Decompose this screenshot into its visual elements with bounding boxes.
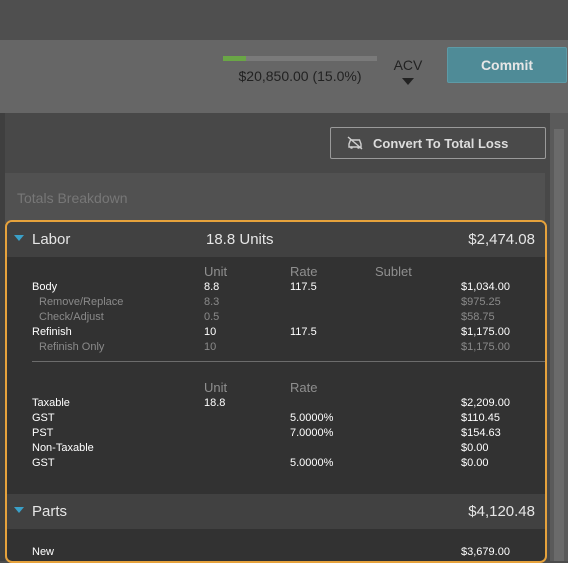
tax-rate: 5.0000% bbox=[290, 457, 334, 469]
parts-section-header[interactable]: Parts $4,120.48 bbox=[7, 494, 545, 529]
tax-amount: $0.00 bbox=[461, 457, 489, 469]
commit-button[interactable]: Commit bbox=[447, 47, 567, 83]
parts-amount: $3,679.00 bbox=[461, 546, 510, 558]
row-amount: $1,034.00 bbox=[461, 281, 510, 293]
totals-breakdown-title: Totals Breakdown bbox=[17, 190, 128, 206]
row-unit: 10 bbox=[204, 341, 217, 353]
scrollbar[interactable] bbox=[550, 113, 568, 561]
tax-column-header-rate: Rate bbox=[290, 380, 318, 395]
row-unit: 0.5 bbox=[204, 311, 220, 323]
tax-label: Taxable bbox=[32, 397, 70, 409]
totals-breakdown-panel: Labor 18.8 Units $2,474.08 Unit Rate Sub… bbox=[5, 220, 547, 563]
car-crash-icon bbox=[347, 136, 363, 150]
top-strip bbox=[0, 0, 568, 40]
scrollbar-thumb[interactable] bbox=[554, 129, 564, 561]
labor-section-header[interactable]: Labor 18.8 Units $2,474.08 bbox=[7, 222, 545, 257]
tax-column-header-unit: Unit bbox=[204, 380, 228, 395]
parts-title: Parts bbox=[32, 503, 68, 520]
tax-amount: $0.00 bbox=[461, 442, 489, 454]
tax-label: Non-Taxable bbox=[32, 442, 94, 454]
row-label: Body bbox=[32, 281, 58, 293]
row-label: Check/Adjust bbox=[39, 311, 104, 323]
acv-progress-bar bbox=[223, 56, 377, 61]
row-amount: $1,175.00 bbox=[461, 326, 510, 338]
tax-amount: $2,209.00 bbox=[461, 397, 510, 409]
tax-rate: 5.0000% bbox=[290, 412, 334, 424]
tax-rate: 7.0000% bbox=[290, 427, 334, 439]
tax-unit: 18.8 bbox=[204, 397, 226, 409]
tax-amount: $154.63 bbox=[461, 427, 501, 439]
acv-dropdown[interactable]: ACV bbox=[389, 57, 427, 85]
tax-label: PST bbox=[32, 427, 54, 439]
row-rate: 117.5 bbox=[290, 326, 317, 338]
row-unit: 8.8 bbox=[204, 281, 220, 293]
totals-breakdown-header: Totals Breakdown bbox=[5, 173, 545, 223]
main-panel: Convert To Total Loss Totals Breakdown L… bbox=[0, 113, 568, 563]
parts-label: New bbox=[32, 546, 55, 558]
row-rate: 117.5 bbox=[290, 281, 317, 293]
acv-progress-fill bbox=[223, 56, 247, 61]
row-amount: $975.25 bbox=[461, 296, 501, 308]
chevron-down-icon bbox=[402, 78, 414, 85]
collapse-triangle-icon[interactable] bbox=[14, 235, 24, 241]
acv-label: ACV bbox=[393, 57, 423, 73]
row-amount: $58.75 bbox=[461, 311, 495, 323]
row-amount: $1,175.00 bbox=[461, 341, 510, 353]
section-divider bbox=[32, 361, 545, 362]
tax-label: GST bbox=[32, 457, 55, 469]
labor-title: Labor bbox=[32, 231, 71, 248]
column-header-sublet: Sublet bbox=[375, 264, 412, 279]
estimate-header: $20,850.00 (15.0%) ACV Commit bbox=[0, 40, 568, 113]
row-label: Remove/Replace bbox=[39, 296, 124, 308]
collapse-triangle-icon[interactable] bbox=[14, 507, 24, 513]
column-header-unit: Unit bbox=[204, 264, 228, 279]
parts-total: $4,120.48 bbox=[468, 503, 535, 520]
convert-button-label: Convert To Total Loss bbox=[373, 135, 509, 151]
column-header-rate: Rate bbox=[290, 264, 318, 279]
row-label: Refinish Only bbox=[39, 341, 105, 353]
tax-label: GST bbox=[32, 412, 55, 424]
tax-amount: $110.45 bbox=[461, 412, 500, 424]
labor-total: $2,474.08 bbox=[468, 231, 535, 248]
acv-progress-text: $20,850.00 (15.0%) bbox=[238, 68, 362, 84]
row-unit: 10 bbox=[204, 326, 217, 338]
row-unit: 8.3 bbox=[204, 296, 220, 308]
row-label: Refinish bbox=[32, 326, 72, 338]
labor-units: 18.8 Units bbox=[206, 231, 274, 248]
convert-to-total-loss-button[interactable]: Convert To Total Loss bbox=[330, 127, 546, 159]
